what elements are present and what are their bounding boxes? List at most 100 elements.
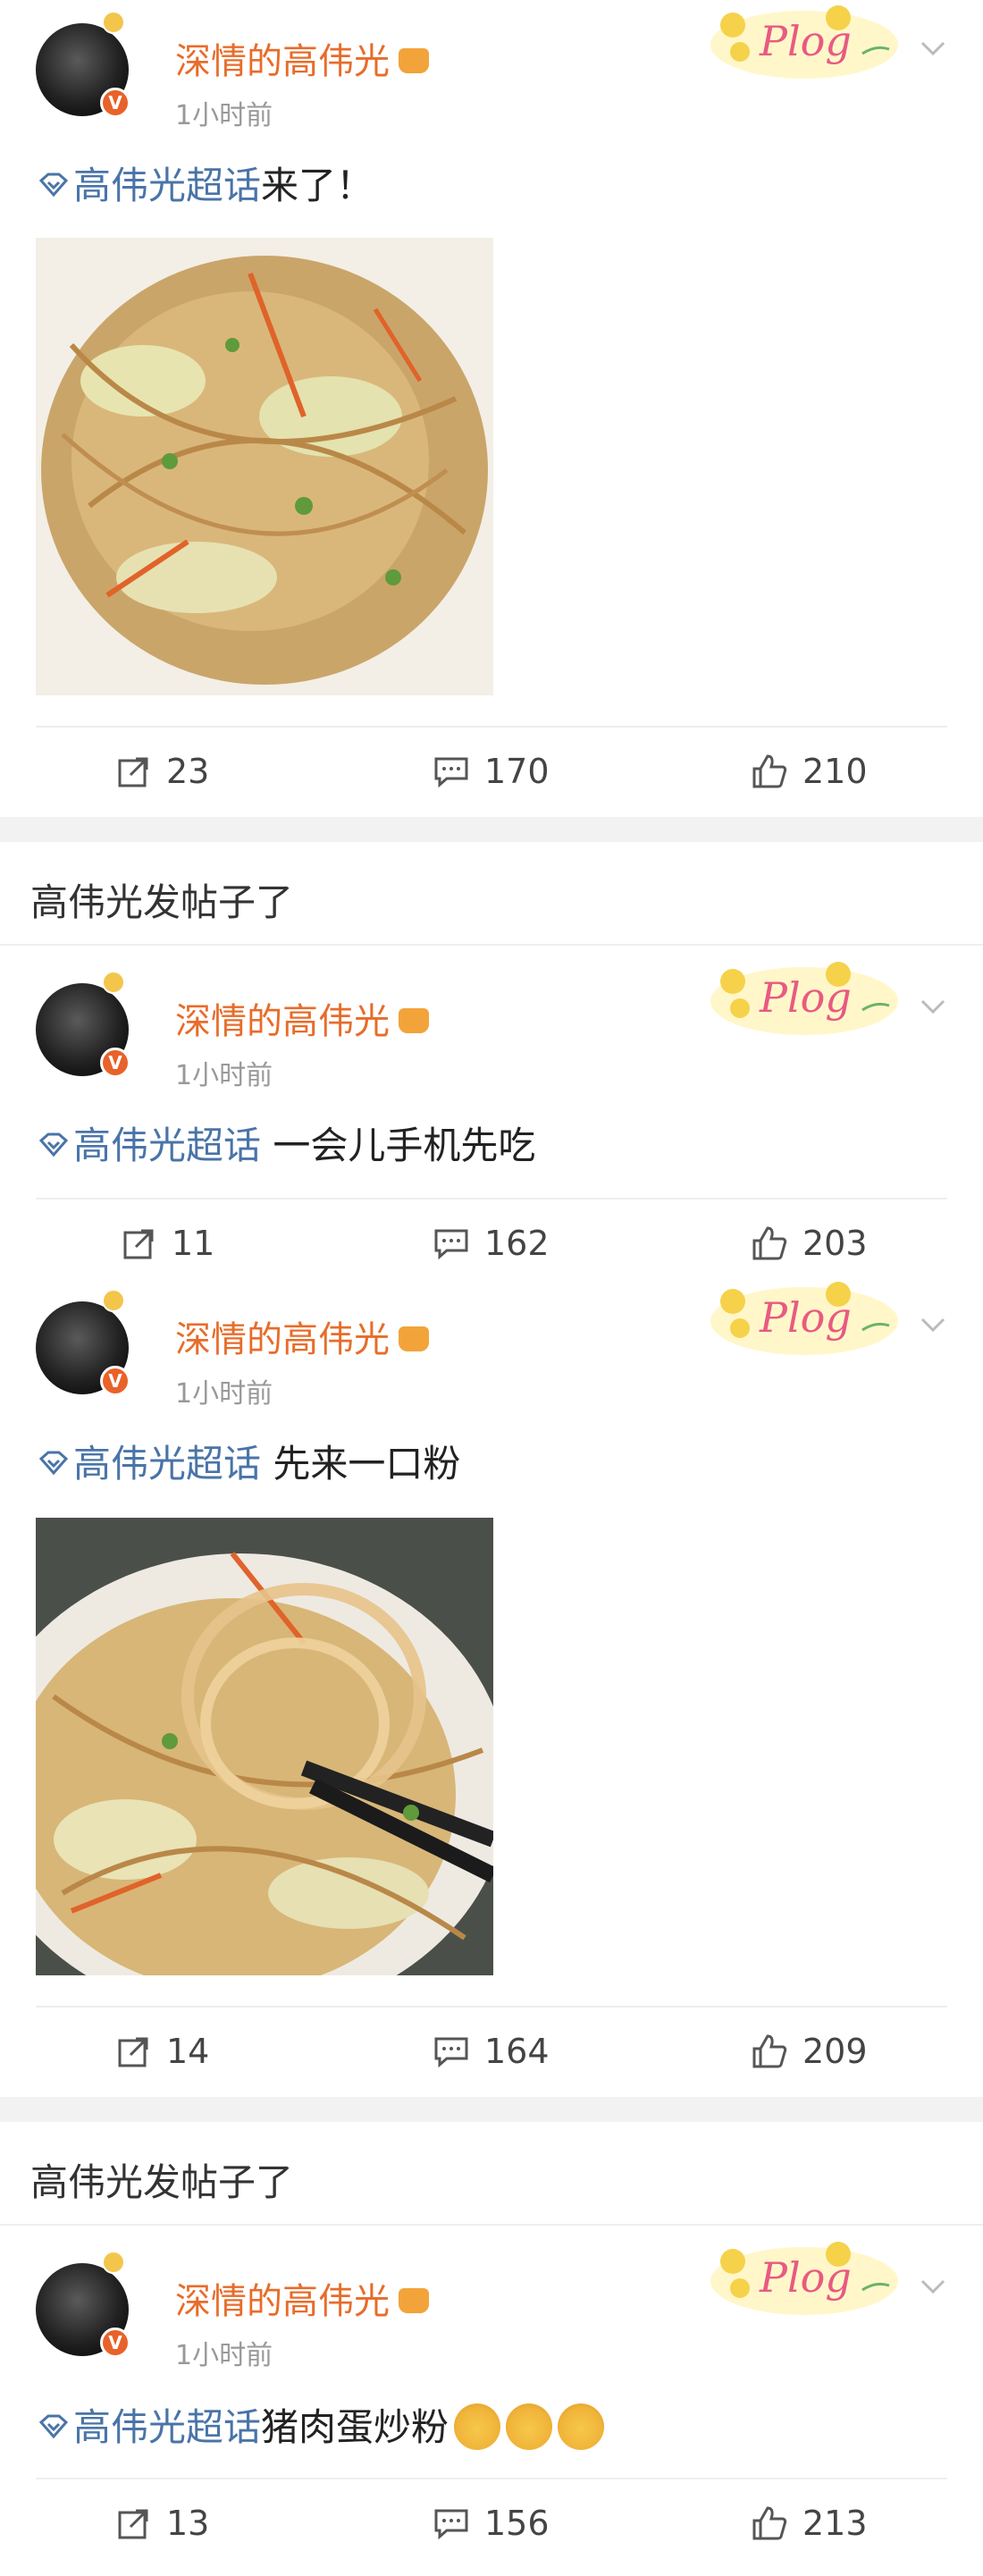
repost-icon <box>118 757 148 787</box>
topic-diamond-icon <box>38 1132 69 1157</box>
crown-icon <box>399 48 429 73</box>
post-text: 一会儿手机先吃 <box>261 1124 536 1167</box>
badge-icon <box>102 11 125 34</box>
comment-icon <box>434 1229 468 1260</box>
repost-button[interactable]: 13 <box>116 2492 209 2555</box>
topic-link[interactable]: 高伟光超话 <box>73 1442 261 1486</box>
post-content: 高伟光超话 一会儿手机先吃 <box>36 1115 535 1170</box>
repost-icon <box>118 2037 148 2067</box>
post-time: 1小时前 <box>175 100 273 131</box>
comment-icon <box>434 757 468 788</box>
username-text: 深情的高伟光 <box>175 2281 390 2322</box>
avatar[interactable]: V <box>36 2251 130 2358</box>
repost-icon <box>118 2509 148 2539</box>
verified-icon: V <box>100 1366 130 1396</box>
post-photo[interactable] <box>36 1518 493 1975</box>
like-button[interactable]: 209 <box>751 2020 868 2083</box>
like-count: 210 <box>802 752 868 791</box>
like-button[interactable]: 210 <box>751 740 868 803</box>
repost-count: 11 <box>172 1224 215 1263</box>
badge-icon <box>102 971 125 994</box>
like-count: 209 <box>802 2032 868 2071</box>
repost-count: 23 <box>166 752 210 791</box>
plog-text: Plog <box>759 1293 852 1342</box>
topic-diamond-icon <box>38 2414 69 2438</box>
divider <box>36 726 947 728</box>
chevron-down-icon[interactable] <box>917 1309 949 1341</box>
plog-text: Plog <box>759 2253 852 2302</box>
post-photo[interactable] <box>36 238 493 695</box>
like-button[interactable]: 203 <box>751 1212 868 1275</box>
post-text: 来了！ <box>261 164 374 207</box>
like-button[interactable]: 213 <box>751 2492 868 2555</box>
plog-sticker: Plog <box>706 2236 903 2317</box>
plog-text: Plog <box>759 973 852 1022</box>
topic-diamond-icon <box>38 173 69 197</box>
comment-button[interactable]: 156 <box>433 2492 550 2555</box>
post-content: 高伟光超话来了！ <box>36 156 374 210</box>
username[interactable]: 深情的高伟光 <box>175 2272 429 2324</box>
crown-icon <box>399 2288 429 2313</box>
section-gap <box>0 2097 983 2122</box>
username-text: 深情的高伟光 <box>175 1001 390 1042</box>
badge-icon <box>102 2251 125 2274</box>
repost-button[interactable]: 14 <box>116 2020 209 2083</box>
comment-count: 170 <box>484 752 550 791</box>
chevron-down-icon[interactable] <box>917 32 949 64</box>
post-content: 高伟光超话猪肉蛋炒粉 <box>36 2397 605 2454</box>
repost-count: 13 <box>166 2504 210 2543</box>
username-text: 深情的高伟光 <box>175 41 390 82</box>
username[interactable]: 深情的高伟光 <box>175 992 429 1044</box>
post-content: 高伟光超话 先来一口粉 <box>36 1434 460 1488</box>
badge-icon <box>102 1289 125 1312</box>
comment-icon <box>434 2509 468 2540</box>
avatar[interactable]: V <box>36 971 130 1078</box>
repost-button[interactable]: 23 <box>116 740 209 803</box>
comment-icon <box>434 2037 468 2068</box>
like-icon <box>752 754 787 788</box>
post-actions: 11 162 203 <box>0 1212 983 1275</box>
section-gap <box>0 817 983 842</box>
like-icon <box>752 1226 787 1260</box>
plog-text: Plog <box>759 17 852 65</box>
plog-sticker: Plog <box>706 1276 903 1357</box>
divider <box>36 2006 947 2008</box>
dizzy-emoji-icon <box>558 2403 605 2450</box>
username[interactable]: 深情的高伟光 <box>175 1310 429 1362</box>
avatar[interactable]: V <box>36 1289 130 1396</box>
like-count: 203 <box>802 1224 868 1263</box>
dizzy-emoji-icon <box>506 2403 553 2450</box>
post-time: 1小时前 <box>175 2340 273 2371</box>
comment-button[interactable]: 162 <box>433 1212 550 1275</box>
topic-link[interactable]: 高伟光超话 <box>73 164 261 207</box>
post-actions: 13 156 213 <box>0 2492 983 2555</box>
topic-link[interactable]: 高伟光超话 <box>73 1124 261 1167</box>
divider <box>36 1198 947 1200</box>
verified-icon: V <box>100 1048 130 1078</box>
chevron-down-icon[interactable] <box>917 990 949 1023</box>
post-text: 猪肉蛋炒粉 <box>261 2405 449 2449</box>
post-actions: 23 170 210 <box>0 740 983 803</box>
repost-button[interactable]: 11 <box>122 1212 214 1275</box>
dizzy-emoji-icon <box>454 2403 501 2450</box>
section-title: 高伟光发帖子了 <box>30 2160 294 2204</box>
topic-link[interactable]: 高伟光超话 <box>73 2405 261 2449</box>
divider <box>36 2478 947 2479</box>
crown-icon <box>399 1008 429 1033</box>
comment-button[interactable]: 170 <box>433 740 550 803</box>
comment-count: 156 <box>484 2504 550 2543</box>
verified-icon: V <box>100 88 130 118</box>
post-time: 1小时前 <box>175 1378 273 1410</box>
topic-diamond-icon <box>38 1451 69 1475</box>
username[interactable]: 深情的高伟光 <box>175 32 429 84</box>
comment-button[interactable]: 164 <box>433 2020 550 2083</box>
comment-count: 164 <box>484 2032 550 2071</box>
post-actions: 14 164 209 <box>0 2020 983 2083</box>
username-text: 深情的高伟光 <box>175 1319 390 1360</box>
repost-icon <box>123 1229 154 1259</box>
like-count: 213 <box>802 2504 868 2543</box>
chevron-down-icon[interactable] <box>917 2270 949 2302</box>
crown-icon <box>399 1326 429 1351</box>
like-icon <box>752 2506 787 2540</box>
avatar[interactable]: V <box>36 11 130 118</box>
